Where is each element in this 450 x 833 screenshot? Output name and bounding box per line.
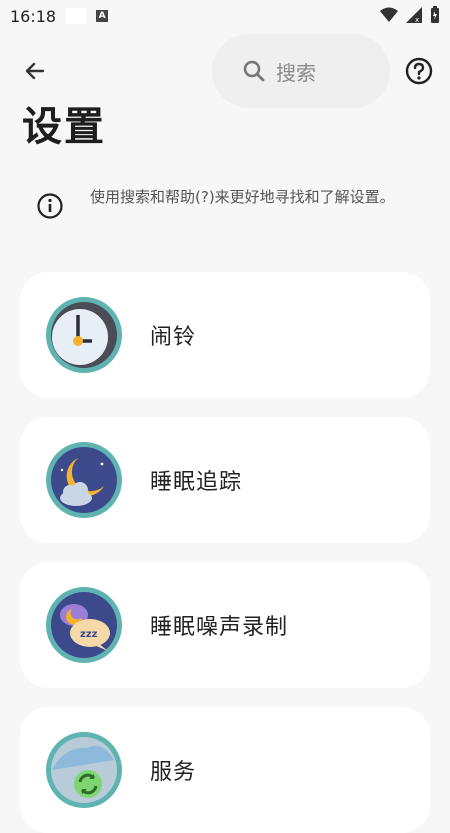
status-time: 16:18	[10, 6, 57, 26]
help-button[interactable]	[404, 56, 434, 86]
alarm-label: 闹铃	[150, 325, 197, 350]
a-notification-icon: A	[96, 10, 109, 22]
info-text: 使用搜索和帮助(?)来更好地寻找和了解设置。	[90, 188, 395, 206]
back-button[interactable]	[18, 54, 52, 88]
sleep-tracking-label: 睡眠追踪	[150, 470, 243, 495]
status-icons: x	[380, 6, 440, 24]
wifi-icon	[380, 7, 398, 22]
moon-cloud-icon	[46, 442, 122, 518]
svg-text:x: x	[415, 16, 419, 23]
service-card[interactable]: 服务	[20, 707, 430, 833]
alarm-card[interactable]: 闹铃	[20, 272, 430, 398]
battery-icon	[431, 6, 439, 23]
search-placeholder: 搜索	[276, 60, 316, 85]
notification-placeholder-icon	[66, 8, 87, 24]
sleep-tracking-card[interactable]: 睡眠追踪	[20, 417, 430, 543]
alarm-clock-icon	[46, 297, 122, 373]
signal-icon: x	[406, 7, 422, 23]
svg-text:zzz: zzz	[80, 629, 98, 640]
sleep-noise-label: 睡眠噪声录制	[150, 615, 289, 640]
sleep-talk-icon: zzz	[46, 587, 122, 663]
search-bar[interactable]: 搜索	[212, 34, 390, 108]
info-icon	[37, 193, 63, 219]
back-arrow-icon	[25, 62, 45, 80]
status-bar: 16:18 A x	[0, 0, 450, 32]
info-hint: 使用搜索和帮助(?)来更好地寻找和了解设置。	[36, 184, 416, 220]
page-title: 设置	[22, 104, 106, 150]
sync-cloud-icon	[46, 732, 122, 808]
help-icon	[405, 57, 433, 85]
service-label: 服务	[150, 760, 197, 785]
sleep-noise-card[interactable]: zzz 睡眠噪声录制	[20, 562, 430, 688]
search-icon	[243, 60, 265, 82]
